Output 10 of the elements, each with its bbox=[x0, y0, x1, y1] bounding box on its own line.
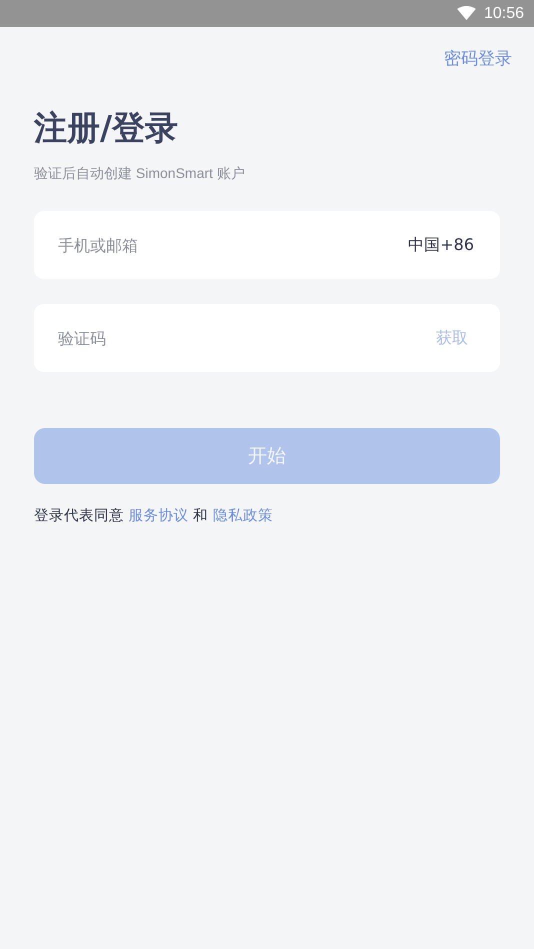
page-title: 注册/登录 bbox=[34, 107, 180, 149]
agreement-text: 登录代表同意 服务协议 和 隐私政策 bbox=[34, 506, 274, 525]
subtitle: 验证后自动创建 SimonSmart 账户 bbox=[34, 165, 246, 183]
status-time: 10:56 bbox=[484, 4, 524, 22]
service-agreement-link[interactable]: 服务协议 bbox=[128, 508, 189, 524]
wifi-icon bbox=[456, 6, 476, 21]
country-code-selector[interactable]: 中国+86 bbox=[408, 234, 474, 256]
password-login-link[interactable]: 密码登录 bbox=[444, 47, 512, 70]
account-field[interactable]: 手机或邮箱 中国+86 bbox=[34, 211, 500, 279]
privacy-policy-link[interactable]: 隐私政策 bbox=[212, 508, 273, 524]
